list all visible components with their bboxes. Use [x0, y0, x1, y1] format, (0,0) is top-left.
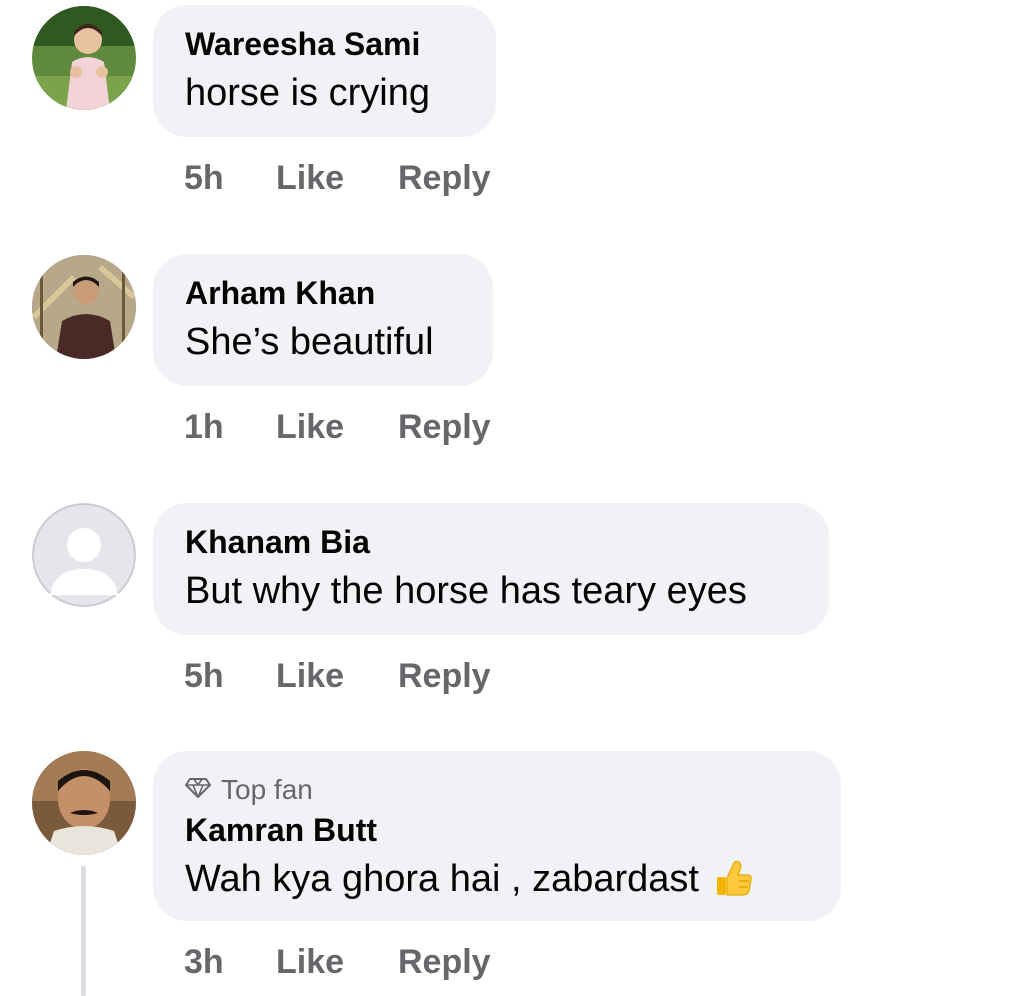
comment-bubble: Arham Khan She’s beautiful	[153, 254, 493, 386]
thumbs-up-icon	[713, 857, 755, 913]
comment-author[interactable]: Khanam Bia	[185, 523, 797, 561]
like-button[interactable]: Like	[276, 158, 398, 198]
like-button[interactable]: Like	[276, 656, 398, 696]
like-button[interactable]: Like	[276, 407, 398, 447]
reply-button[interactable]: Reply	[398, 656, 491, 696]
comments-feed: Wareesha Sami horse is crying 5h Like Repl…	[0, 0, 1024, 996]
reply-thread-line	[81, 866, 86, 996]
comment-time[interactable]: 5h	[184, 656, 276, 696]
comment-author[interactable]: Kamran Butt	[185, 811, 809, 849]
badge-label: Top fan	[221, 774, 313, 805]
avatar[interactable]	[32, 751, 136, 855]
avatar[interactable]	[32, 503, 136, 607]
reply-button[interactable]: Reply	[398, 942, 491, 982]
comment-bubble: Top fan Kamran Butt Wah kya ghora hai , …	[153, 751, 841, 921]
default-profile-icon	[32, 503, 136, 607]
comment-bubble: Wareesha Sami horse is crying	[153, 5, 496, 137]
comment-actions: 5h Like Reply	[184, 656, 491, 696]
comment-time[interactable]: 5h	[184, 158, 276, 198]
comment-author[interactable]: Wareesha Sami	[185, 25, 464, 63]
comment-author[interactable]: Arham Khan	[185, 274, 461, 312]
comment-text: She’s beautiful	[185, 321, 434, 363]
reply-button[interactable]: Reply	[398, 158, 491, 198]
avatar[interactable]	[32, 255, 136, 359]
comment-actions: 5h Like Reply	[184, 158, 491, 198]
comment-bubble: Khanam Bia But why the horse has teary e…	[153, 503, 829, 635]
comment-time[interactable]: 1h	[184, 407, 276, 447]
comment-text: But why the horse has teary eyes	[185, 570, 747, 612]
reply-button[interactable]: Reply	[398, 407, 491, 447]
top-fan-badge[interactable]: Top fan	[185, 773, 809, 807]
comment-text-content: Wah kya ghora hai , zabardast	[185, 858, 699, 900]
comment-text: Wah kya ghora hai , zabardast	[185, 853, 809, 913]
comment-text: horse is crying	[185, 72, 430, 114]
diamond-icon	[185, 773, 211, 807]
comment-time[interactable]: 3h	[184, 942, 276, 982]
comment-actions: 1h Like Reply	[184, 407, 491, 447]
avatar[interactable]	[32, 6, 136, 110]
comment-actions: 3h Like Reply	[184, 942, 491, 982]
like-button[interactable]: Like	[276, 942, 398, 982]
